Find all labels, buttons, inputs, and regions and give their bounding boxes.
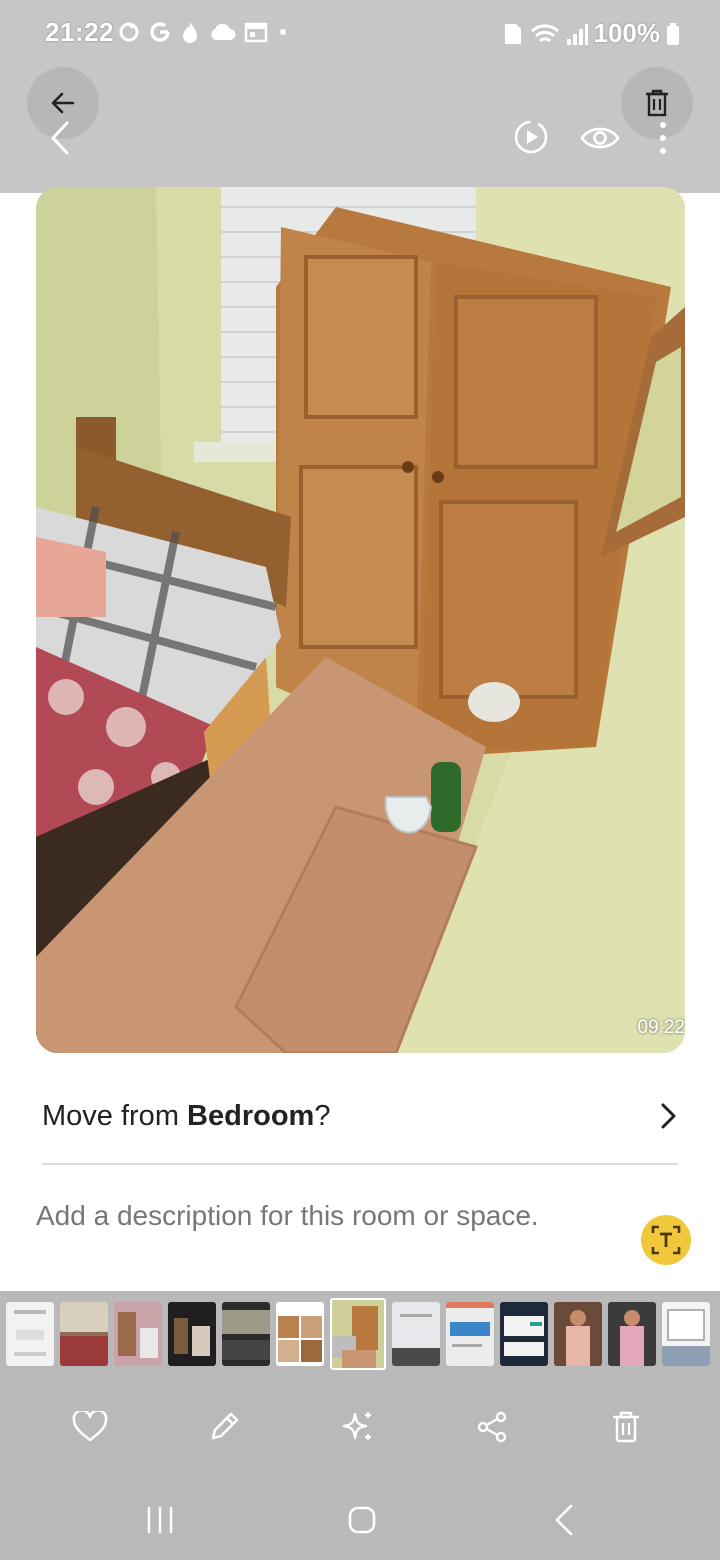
thumbnail[interactable] (554, 1302, 602, 1366)
thumbnail[interactable] (6, 1302, 54, 1366)
sparkle-icon (342, 1412, 371, 1440)
room-name: Bedroom (187, 1099, 315, 1132)
text-extract-button[interactable] (641, 1215, 691, 1265)
thumbnail[interactable] (222, 1302, 270, 1366)
recents-icon (147, 1507, 173, 1533)
thumbnail[interactable] (662, 1302, 710, 1366)
room-photo[interactable]: 09:22 (36, 187, 685, 1053)
chevron-left-button[interactable] (44, 118, 76, 158)
wifi-icon (530, 23, 559, 42)
recents-button[interactable] (120, 1480, 200, 1560)
thumbnail[interactable] (392, 1302, 440, 1366)
share-button[interactable] (460, 1395, 524, 1459)
photo-timestamp: 09:22 (637, 1017, 685, 1038)
move-prefix: Move from (42, 1099, 188, 1132)
battery-icon (667, 22, 679, 45)
cloud-icon (211, 23, 236, 40)
bedroom-image (36, 187, 685, 1053)
move-room-row[interactable]: Move from Bedroom? (42, 1080, 678, 1152)
thumbnail[interactable] (114, 1302, 162, 1366)
back-icon (555, 1504, 573, 1536)
sync-icon (119, 22, 139, 42)
effects-button[interactable] (326, 1395, 390, 1459)
home-button[interactable] (322, 1480, 402, 1560)
back-nav-button[interactable] (524, 1480, 604, 1560)
pencil-icon (211, 1412, 239, 1440)
heart-icon (72, 1411, 108, 1442)
view-button[interactable] (578, 118, 622, 158)
fire-icon (183, 22, 197, 43)
thumbnail-selected[interactable] (330, 1298, 386, 1370)
move-room-text: Move from Bedroom? (42, 1100, 330, 1133)
chevron-left-icon (51, 121, 69, 155)
move-suffix: ? (314, 1099, 331, 1132)
share-icon (477, 1411, 507, 1443)
motion-photo-icon (514, 120, 548, 154)
favorite-button[interactable] (58, 1395, 122, 1459)
signal-icon (566, 23, 588, 45)
thumbnail-strip[interactable] (0, 1298, 720, 1370)
thumbnail[interactable] (168, 1302, 216, 1366)
thumbnail[interactable] (276, 1302, 324, 1366)
chevron-right-icon (661, 1103, 676, 1129)
description-field[interactable]: Add a description for this room or space… (36, 1200, 616, 1232)
text-scan-icon (651, 1225, 681, 1255)
home-icon (348, 1506, 376, 1534)
motion-photo-button[interactable] (510, 116, 552, 158)
thumbnail[interactable] (500, 1302, 548, 1366)
status-time: 21:22 (45, 17, 114, 47)
sim-icon (504, 23, 521, 44)
thumbnail[interactable] (60, 1302, 108, 1366)
status-icons-right: 100% (502, 18, 681, 49)
battery-level: 100% (593, 18, 661, 48)
more-vertical-icon (660, 122, 666, 154)
action-bar (0, 1395, 720, 1459)
arrow-left-icon (51, 92, 75, 114)
dot-icon (280, 29, 286, 35)
google-icon (150, 22, 170, 42)
more-options-button[interactable] (648, 118, 678, 158)
status-icons-left (118, 20, 290, 44)
trash-icon (613, 1411, 639, 1443)
edit-button[interactable] (192, 1395, 256, 1459)
divider (42, 1163, 678, 1165)
thumbnail[interactable] (608, 1302, 656, 1366)
system-nav-bar (0, 1480, 720, 1560)
delete-action-button[interactable] (594, 1395, 658, 1459)
thumbnail[interactable] (446, 1302, 494, 1366)
calendar-icon (244, 22, 268, 43)
status-bar: 21:22 100% (0, 0, 720, 66)
eye-icon (580, 127, 620, 149)
trash-icon (646, 89, 668, 117)
